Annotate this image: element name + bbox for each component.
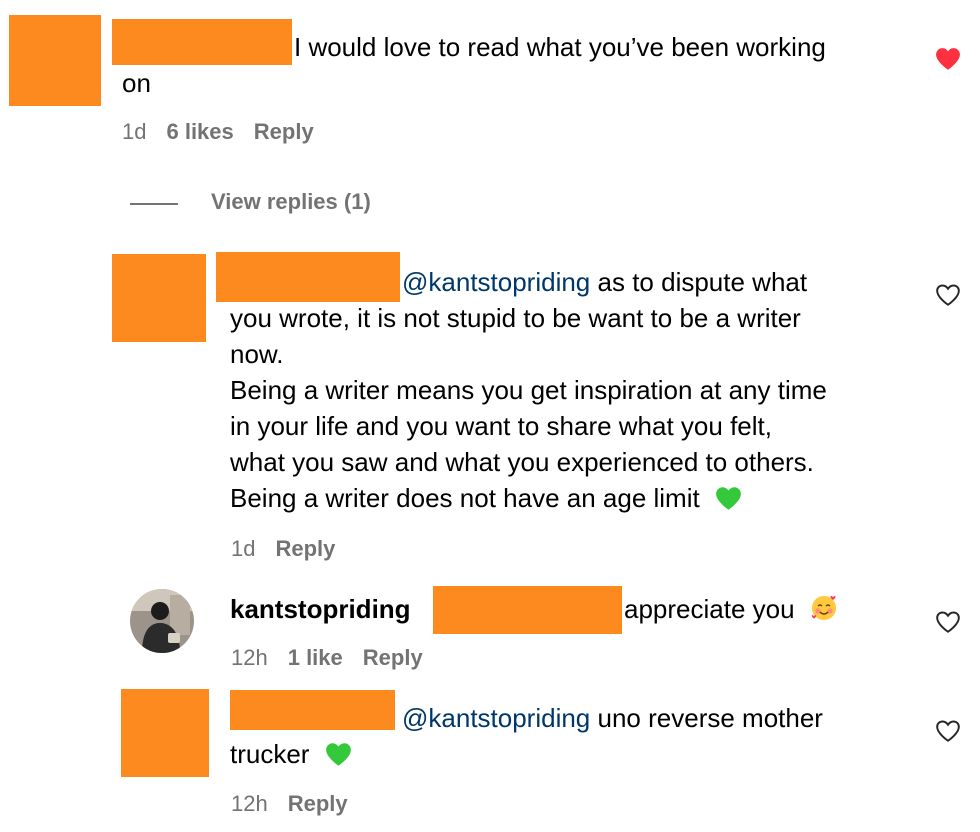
likes-count[interactable]: 1 like bbox=[288, 645, 343, 670]
reply-text-segment: as to dispute what bbox=[597, 267, 808, 297]
comment-text-line1: I would love to read what you’ve been wo… bbox=[294, 32, 826, 62]
reply-button[interactable]: Reply bbox=[254, 119, 314, 144]
like-heart-icon[interactable] bbox=[935, 610, 961, 634]
redacted-username bbox=[216, 252, 400, 302]
reply-text-line7: Being a writer does not have an age limi… bbox=[230, 480, 742, 516]
reply-text-line2: you wrote, it is not stupid to be want t… bbox=[230, 303, 801, 333]
view-replies-label: View replies (1) bbox=[211, 189, 371, 214]
redacted-username bbox=[433, 586, 622, 634]
profile-photo bbox=[130, 589, 194, 653]
reply-text-segment: Being a writer does not have an age limi… bbox=[230, 483, 700, 513]
like-heart-icon[interactable] bbox=[935, 719, 961, 743]
mention-link[interactable]: @kantstopriding bbox=[402, 267, 590, 297]
liked-heart-icon[interactable] bbox=[935, 47, 961, 71]
username[interactable]: kantstopriding bbox=[230, 594, 411, 624]
like-heart-icon[interactable] bbox=[935, 283, 961, 307]
reply-text-line1: kantstopriding bbox=[230, 591, 411, 627]
reply-button[interactable]: Reply bbox=[288, 791, 348, 816]
view-replies-button[interactable]: View replies (1) bbox=[211, 188, 391, 216]
green-heart-icon bbox=[325, 743, 351, 766]
reply-text-segment: trucker bbox=[230, 739, 310, 769]
comment-text-line2: on bbox=[122, 68, 151, 98]
reply-text-line2: trucker bbox=[230, 736, 352, 772]
reply-text-segment: uno reverse mother bbox=[597, 703, 823, 733]
smiling-face-with-hearts-icon bbox=[811, 596, 836, 620]
timestamp: 12h bbox=[231, 791, 268, 816]
redacted-avatar bbox=[9, 15, 101, 106]
timestamp: 1d bbox=[122, 119, 147, 144]
reply-button[interactable]: Reply bbox=[275, 536, 335, 561]
replies-divider bbox=[130, 203, 178, 205]
green-heart-icon bbox=[716, 487, 741, 510]
reply-meta: 12h Reply bbox=[231, 790, 368, 818]
redacted-avatar bbox=[112, 254, 206, 342]
mention-link[interactable]: @kantstopriding bbox=[402, 703, 590, 733]
reply-text-line1: @kantstopriding uno reverse mother bbox=[402, 700, 823, 736]
reply-text-line5: in your life and you want to share what … bbox=[230, 411, 772, 441]
reply-meta: 1d Reply bbox=[231, 535, 355, 563]
reply-text-line4: Being a writer means you get inspiration… bbox=[230, 375, 827, 405]
reply-text: appreciate you bbox=[624, 594, 795, 624]
timestamp: 12h bbox=[231, 645, 268, 670]
likes-count[interactable]: 6 likes bbox=[166, 119, 233, 144]
comment-meta: 1d 6 likes Reply bbox=[122, 118, 334, 146]
avatar[interactable] bbox=[130, 589, 194, 653]
reply-text-line3: now. bbox=[230, 339, 284, 369]
reply-text-line6: what you saw and what you experienced to… bbox=[230, 447, 814, 477]
reply-button[interactable]: Reply bbox=[363, 645, 423, 670]
reply-text-segment: appreciate you bbox=[624, 591, 838, 627]
reply-meta: 12h 1 like Reply bbox=[231, 644, 443, 672]
redacted-username bbox=[230, 690, 395, 730]
reply-text-line1: @kantstopriding as to dispute what bbox=[402, 264, 807, 300]
redacted-avatar bbox=[121, 689, 209, 777]
timestamp: 1d bbox=[231, 536, 256, 561]
redacted-username bbox=[112, 19, 292, 65]
